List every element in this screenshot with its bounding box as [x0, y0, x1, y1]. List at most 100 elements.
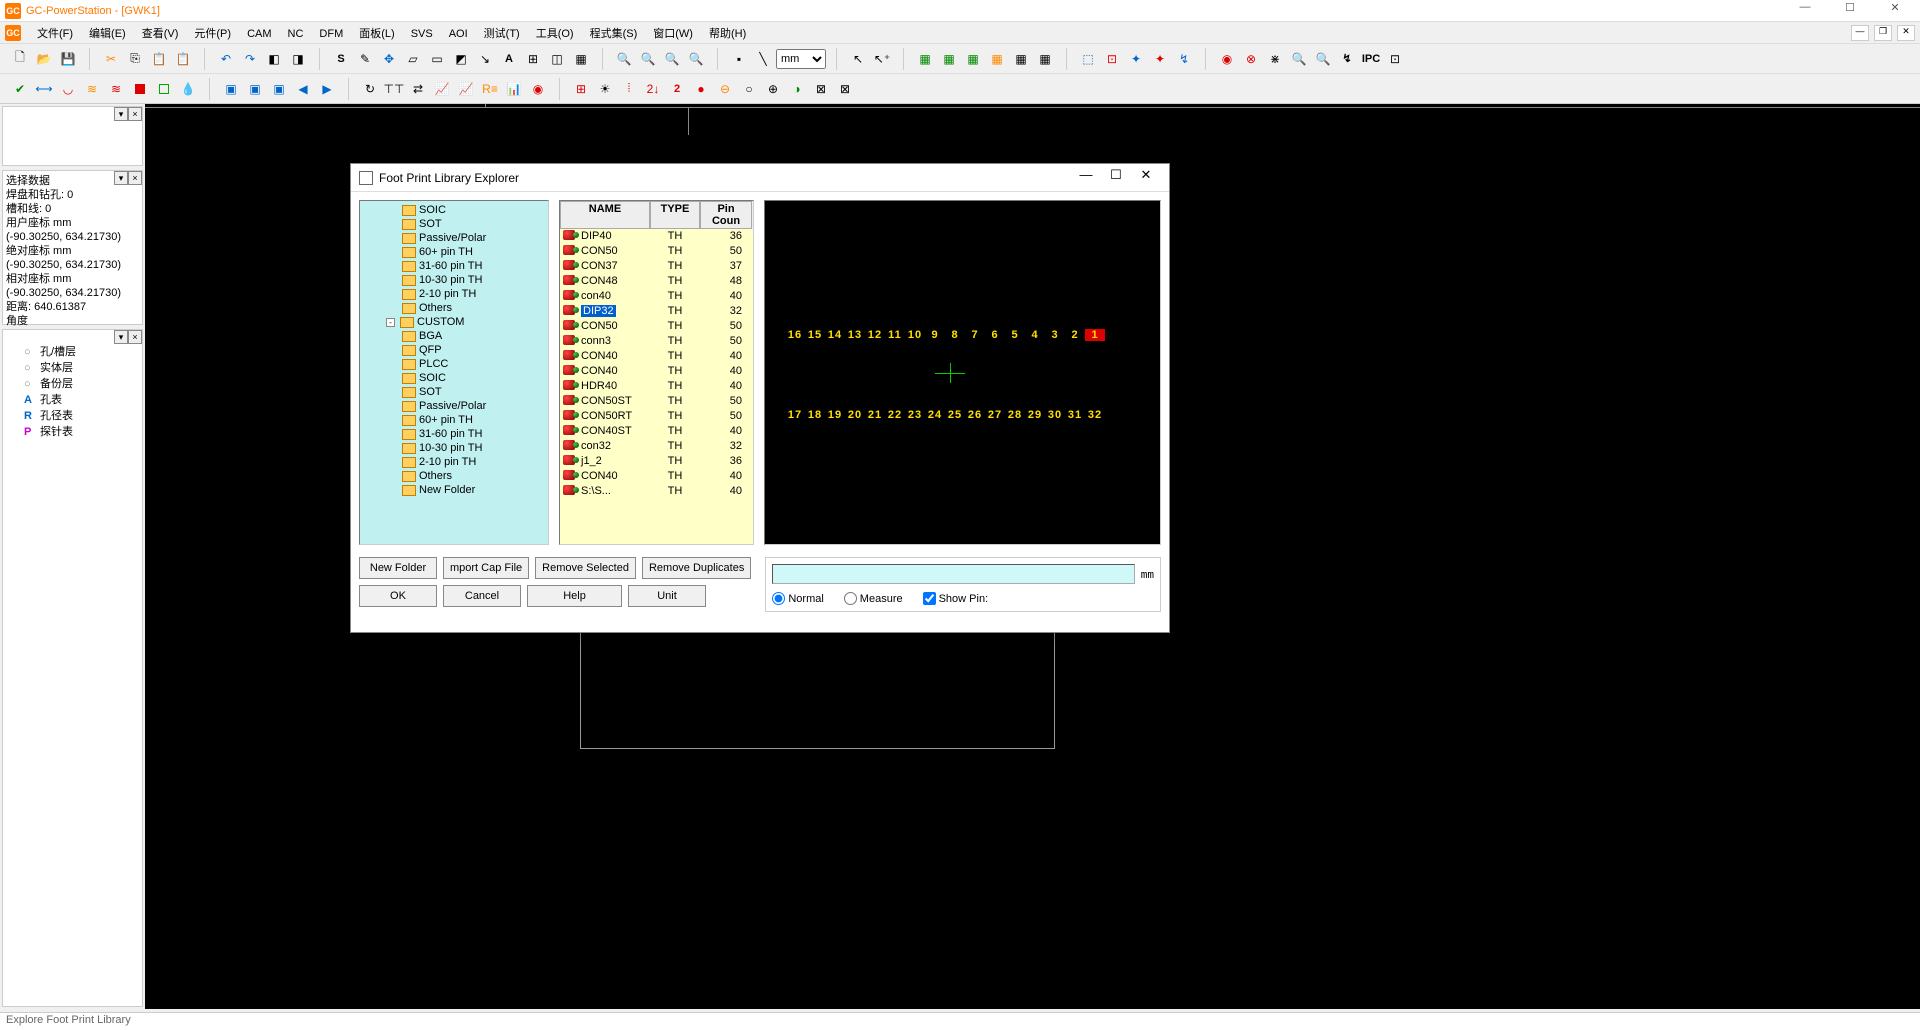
chip-icon[interactable]: ▦: [570, 48, 592, 70]
folder-node[interactable]: 31-60 pin TH: [362, 427, 546, 441]
layer-tree-item[interactable]: ○备份层: [6, 376, 139, 392]
footprint-list[interactable]: NAME TYPE Pin Coun DIP40TH36CON50TH50CON…: [559, 200, 754, 545]
ipc-icon[interactable]: IPC: [1360, 48, 1382, 70]
list-row[interactable]: con40TH40: [560, 289, 753, 304]
shape2-icon[interactable]: ▭: [426, 48, 448, 70]
folder-node[interactable]: BGA: [362, 329, 546, 343]
mdi-restore-button[interactable]: ❐: [1874, 25, 1892, 41]
zoom3-icon[interactable]: 🔍: [661, 48, 683, 70]
panel3-close-icon[interactable]: ×: [128, 330, 142, 344]
list-row[interactable]: CON50TH50: [560, 244, 753, 259]
shape1-icon[interactable]: ▱: [402, 48, 424, 70]
menu-item[interactable]: 程式集(S): [582, 26, 646, 42]
folder-node[interactable]: 2-10 pin TH: [362, 287, 546, 301]
footprint-preview[interactable]: 16151413121110987654321 1718192021222324…: [764, 200, 1161, 545]
d11-icon[interactable]: ⊠: [810, 78, 832, 100]
sel2-icon[interactable]: ⊡: [1101, 48, 1123, 70]
d7-icon[interactable]: ⊖: [714, 78, 736, 100]
list-row[interactable]: S:\S...TH40: [560, 484, 753, 499]
list-row[interactable]: DIP40TH36: [560, 229, 753, 244]
r4-icon[interactable]: [129, 78, 151, 100]
grid6-icon[interactable]: ▦: [1034, 48, 1056, 70]
pen-icon[interactable]: ✎: [354, 48, 376, 70]
list-row[interactable]: CON40TH40: [560, 364, 753, 379]
folder-node[interactable]: 31-60 pin TH: [362, 259, 546, 273]
folder-node[interactable]: SOT: [362, 217, 546, 231]
folder-node[interactable]: 10-30 pin TH: [362, 441, 546, 455]
layer-tree-item[interactable]: A孔表: [6, 392, 139, 408]
col-name[interactable]: NAME: [560, 201, 650, 229]
sel4-icon[interactable]: ✦: [1149, 48, 1171, 70]
d4-icon[interactable]: 2↓: [642, 78, 664, 100]
t6-icon[interactable]: ↯: [1336, 48, 1358, 70]
list-row[interactable]: CON37TH37: [560, 259, 753, 274]
c8-icon[interactable]: ◉: [527, 78, 549, 100]
redo-icon[interactable]: ↷: [239, 48, 261, 70]
mdi-close-button[interactable]: ✕: [1897, 25, 1915, 41]
import-cap-button[interactable]: mport Cap File: [443, 557, 529, 579]
panel1-close-icon[interactable]: ×: [128, 107, 142, 121]
r2-icon[interactable]: ≋: [81, 78, 103, 100]
layer-tree-item[interactable]: R孔径表: [6, 408, 139, 424]
c5-icon[interactable]: 📈: [455, 78, 477, 100]
grid2-icon[interactable]: ▦: [938, 48, 960, 70]
list-row[interactable]: CON40STTH40: [560, 424, 753, 439]
line-icon[interactable]: ↘: [474, 48, 496, 70]
s-icon[interactable]: S: [330, 48, 352, 70]
t5-icon[interactable]: 🔍: [1312, 48, 1334, 70]
t3-icon[interactable]: ⋇: [1264, 48, 1286, 70]
grid1-icon[interactable]: ▦: [914, 48, 936, 70]
save-icon[interactable]: 💾: [57, 48, 79, 70]
list-row[interactable]: con32TH32: [560, 439, 753, 454]
undo-icon[interactable]: ↶: [215, 48, 237, 70]
help-button[interactable]: Help: [527, 585, 622, 607]
panel2-close-icon[interactable]: ×: [128, 171, 142, 185]
cut-icon[interactable]: ✂: [100, 48, 122, 70]
d9-icon[interactable]: ⊕: [762, 78, 784, 100]
r1-icon[interactable]: ◡: [57, 78, 79, 100]
list-row[interactable]: conn3TH50: [560, 334, 753, 349]
cancel-button[interactable]: Cancel: [443, 585, 521, 607]
folder-node[interactable]: Others: [362, 301, 546, 315]
new-icon[interactable]: 🗋: [9, 48, 31, 70]
zoom2-icon[interactable]: 🔍: [637, 48, 659, 70]
menu-item[interactable]: AOI: [441, 26, 476, 42]
folder-node[interactable]: Others: [362, 469, 546, 483]
sel5-icon[interactable]: ↯: [1173, 48, 1195, 70]
b1-icon[interactable]: ▣: [220, 78, 242, 100]
ok-button[interactable]: OK: [359, 585, 437, 607]
dialog-maximize-button[interactable]: ☐: [1101, 167, 1131, 189]
pointer2-icon[interactable]: ↖⁺: [871, 48, 893, 70]
c6-icon[interactable]: R≡: [479, 78, 501, 100]
col-pin[interactable]: Pin Coun: [700, 201, 752, 229]
grid4-icon[interactable]: ▦: [986, 48, 1008, 70]
zoom1-icon[interactable]: 🔍: [613, 48, 635, 70]
tool-b-icon[interactable]: ◨: [287, 48, 309, 70]
t2-icon[interactable]: ⊗: [1240, 48, 1262, 70]
diag-icon[interactable]: ╲: [752, 48, 774, 70]
menu-item[interactable]: 帮助(H): [701, 26, 754, 42]
remove-duplicates-button[interactable]: Remove Duplicates: [642, 557, 751, 579]
normal-radio[interactable]: Normal: [772, 592, 823, 605]
menu-item[interactable]: SVS: [403, 26, 441, 42]
grid3-icon[interactable]: ▦: [962, 48, 984, 70]
d2-icon[interactable]: ☀: [594, 78, 616, 100]
folder-node[interactable]: QFP: [362, 343, 546, 357]
folder-node[interactable]: Passive/Polar: [362, 231, 546, 245]
menu-item[interactable]: CAM: [239, 26, 279, 42]
folder-node[interactable]: 60+ pin TH: [362, 245, 546, 259]
dialog-close-button[interactable]: ✕: [1131, 167, 1161, 189]
c3-icon[interactable]: ⇄: [407, 78, 429, 100]
d6-icon[interactable]: ●: [690, 78, 712, 100]
dialog-minimize-button[interactable]: —: [1071, 167, 1101, 189]
shape3-icon[interactable]: ◩: [450, 48, 472, 70]
unit-button[interactable]: Unit: [628, 585, 706, 607]
folder-node[interactable]: 2-10 pin TH: [362, 455, 546, 469]
list-row[interactable]: CON50RTTH50: [560, 409, 753, 424]
menu-item[interactable]: 文件(F): [29, 26, 81, 42]
menu-item[interactable]: 测试(T): [476, 26, 528, 42]
mdi-minimize-button[interactable]: —: [1851, 25, 1869, 41]
paste-icon[interactable]: 📋: [148, 48, 170, 70]
c2-icon[interactable]: ⊤⊤: [383, 78, 405, 100]
list-row[interactable]: DIP32TH32: [560, 304, 753, 319]
